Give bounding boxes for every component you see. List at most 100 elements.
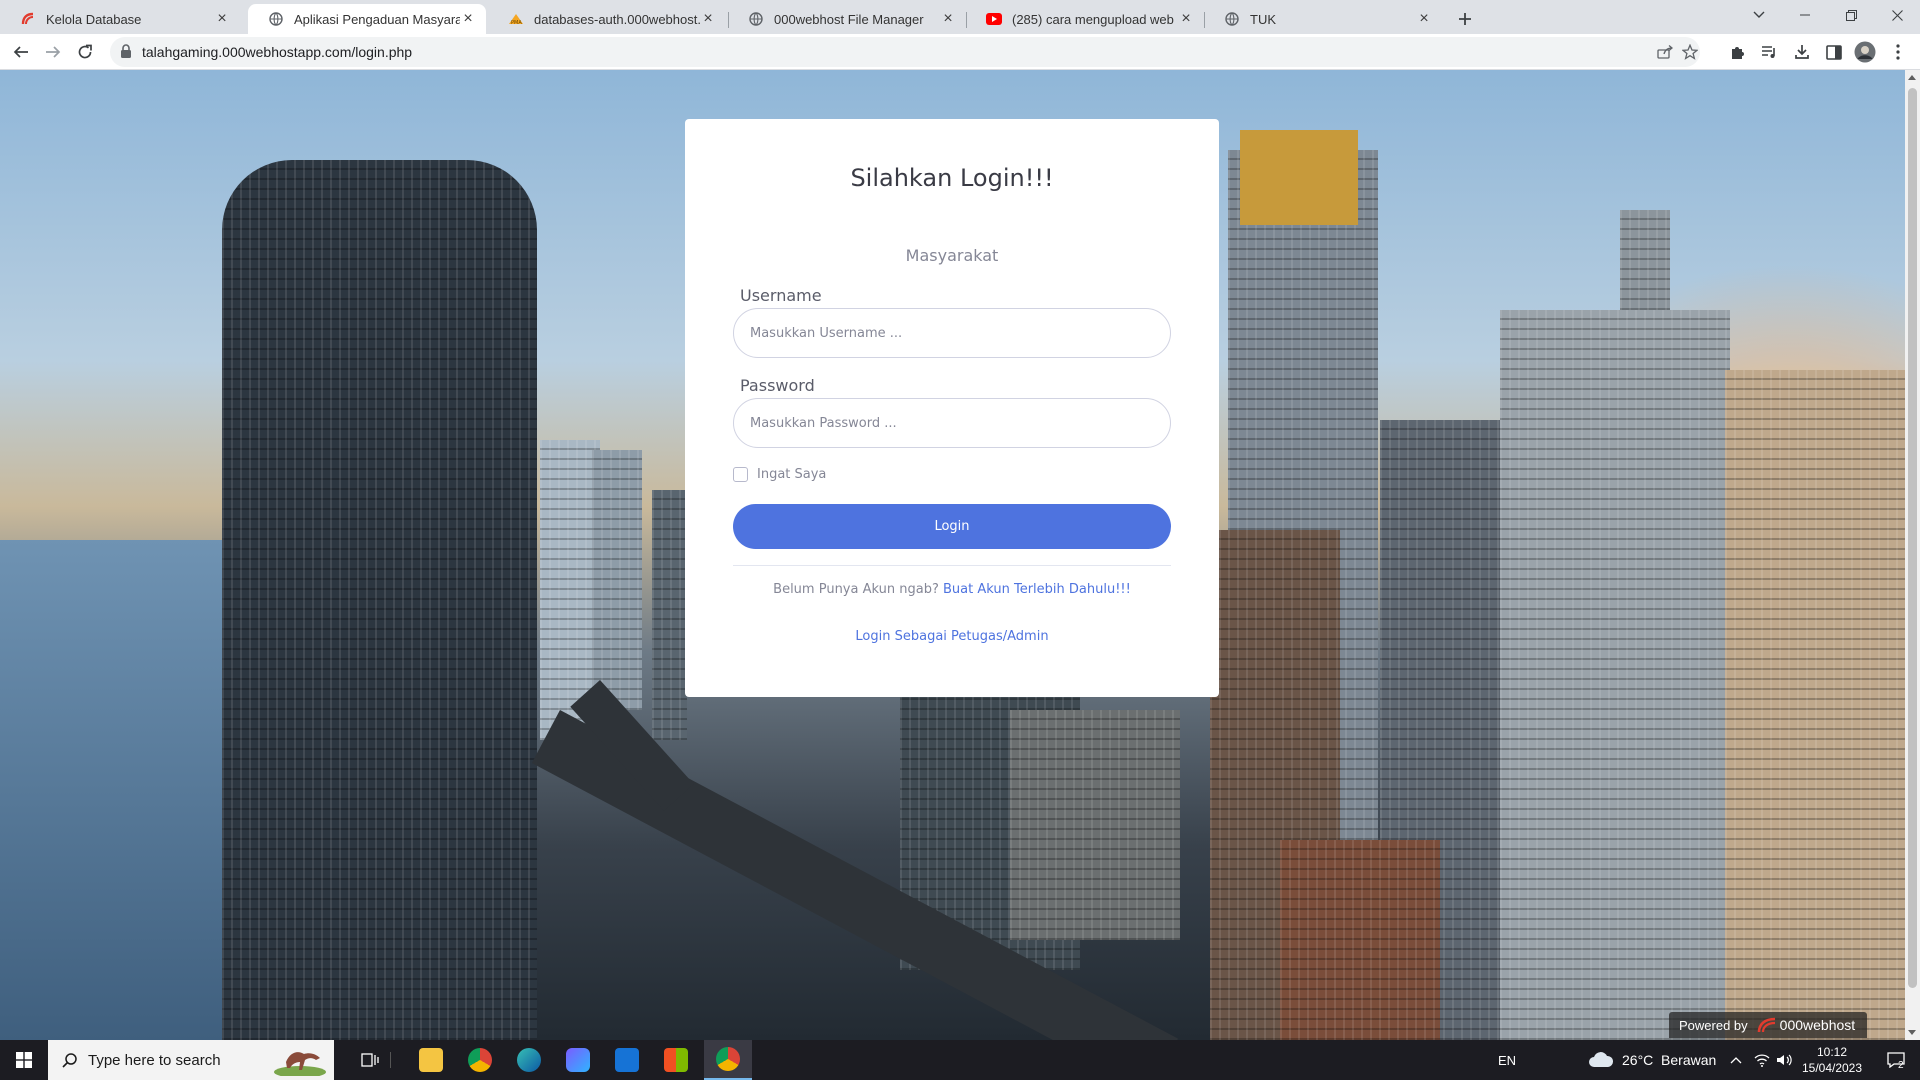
media-controls-button[interactable] xyxy=(1757,40,1781,64)
copilot-icon[interactable] xyxy=(566,1048,590,1072)
close-window-button[interactable] xyxy=(1874,0,1920,30)
register-link[interactable]: Buat Akun Terlebih Dahulu!!! xyxy=(943,582,1131,597)
password-label: Password xyxy=(740,376,815,395)
powered-by-text: Powered by xyxy=(1679,1017,1748,1033)
profile-button[interactable] xyxy=(1853,40,1877,64)
search-placeholder: Type here to search xyxy=(88,1051,221,1069)
chrome-icon[interactable] xyxy=(468,1048,492,1072)
river-water xyxy=(0,540,230,1040)
lock-icon[interactable] xyxy=(120,44,132,64)
speaker-icon xyxy=(1777,1054,1792,1066)
volume-button[interactable] xyxy=(1774,1040,1794,1080)
weather-widget[interactable]: 26°C Berawan xyxy=(1588,1040,1720,1080)
page-scrollbar[interactable] xyxy=(1905,70,1920,1040)
close-icon[interactable]: × xyxy=(460,10,476,27)
chevron-down-icon xyxy=(1753,11,1765,18)
url-text[interactable]: talahgaming.000webhostapp.com/login.php xyxy=(142,44,412,60)
tab-databases-auth[interactable]: PMA databases-auth.000webhost.com × xyxy=(488,4,726,34)
remember-label: Ingat Saya xyxy=(757,467,827,482)
chevron-up-icon xyxy=(1730,1057,1742,1064)
tab-search-button[interactable] xyxy=(1736,0,1782,30)
username-label: Username xyxy=(740,286,822,305)
username-input[interactable] xyxy=(733,308,1171,358)
mail-icon[interactable] xyxy=(615,1048,639,1072)
clock-date: 15/04/2023 xyxy=(1801,1061,1863,1075)
tab-youtube[interactable]: (285) cara mengupload web ke in × xyxy=(966,4,1204,34)
background-building xyxy=(222,160,537,1040)
menu-button[interactable] xyxy=(1886,40,1910,64)
edge-icon[interactable] xyxy=(517,1048,541,1072)
reload-button[interactable] xyxy=(73,40,97,64)
chrome-taskbar-active[interactable] xyxy=(704,1040,752,1080)
background-building xyxy=(1010,710,1180,940)
taskbar-separator xyxy=(390,1052,391,1068)
extensions-button[interactable] xyxy=(1726,40,1750,64)
powered-by-brand: 000webhost xyxy=(1779,1017,1856,1033)
browser-toolbar: talahgaming.000webhostapp.com/login.php xyxy=(0,34,1920,70)
admin-login: Login Sebagai Petugas/Admin xyxy=(685,629,1219,644)
clock[interactable]: 10:12 15/04/2023 xyxy=(1796,1040,1868,1080)
cloud-icon xyxy=(1589,1052,1614,1067)
remember-checkbox[interactable] xyxy=(733,467,748,482)
close-icon[interactable]: × xyxy=(1178,10,1194,27)
back-button[interactable] xyxy=(9,40,33,64)
background-building xyxy=(1620,210,1670,310)
task-view-button[interactable] xyxy=(346,1040,394,1080)
bookmark-star-icon[interactable] xyxy=(1680,42,1700,62)
minimize-button[interactable] xyxy=(1782,0,1828,30)
scroll-up-arrow[interactable] xyxy=(1908,75,1916,80)
powered-by-badge[interactable]: Powered by 000webhost xyxy=(1669,1012,1867,1038)
000webhost-icon xyxy=(1757,1017,1777,1036)
background-building xyxy=(652,490,687,740)
weather-text: 26°C Berawan xyxy=(1622,1052,1717,1068)
browser-tab-strip: Kelola Database × Aplikasi Pengaduan Mas… xyxy=(0,0,1920,34)
share-icon[interactable] xyxy=(1655,42,1675,62)
language-indicator[interactable]: EN xyxy=(1498,1040,1516,1080)
login-card: Silahkan Login!!! Masyarakat Username Pa… xyxy=(685,119,1219,697)
task-view-icon xyxy=(361,1053,379,1067)
start-button[interactable] xyxy=(0,1040,48,1080)
notifications-button[interactable]: 2 xyxy=(1876,1040,1916,1080)
close-icon[interactable]: × xyxy=(700,10,716,27)
search-icon xyxy=(62,1053,77,1068)
login-button[interactable]: Login xyxy=(733,504,1171,549)
password-input[interactable] xyxy=(733,398,1171,448)
playlist-icon xyxy=(1762,46,1775,58)
close-icon[interactable]: × xyxy=(940,10,956,27)
tab-kelola-database[interactable]: Kelola Database × xyxy=(0,4,240,34)
admin-login-link[interactable]: Login Sebagai Petugas/Admin xyxy=(855,629,1048,644)
network-button[interactable] xyxy=(1752,1040,1772,1080)
youtube-icon xyxy=(986,11,1002,27)
register-prompt: Belum Punya Akun ngab? Buat Akun Terlebi… xyxy=(685,582,1219,597)
taskbar-search[interactable]: Type here to search xyxy=(48,1040,334,1080)
tab-aplikasi-pengaduan[interactable]: Aplikasi Pengaduan Masyarakat × xyxy=(248,4,486,34)
background-building xyxy=(592,450,642,710)
plus-icon xyxy=(1459,13,1471,25)
wifi-icon xyxy=(1754,1054,1770,1067)
tab-tuk[interactable]: TUK × xyxy=(1204,4,1442,34)
minimize-icon xyxy=(1800,14,1810,16)
file-explorer-icon[interactable] xyxy=(419,1048,443,1072)
notification-badge: 2 xyxy=(1898,1060,1904,1071)
close-icon xyxy=(1891,9,1903,21)
store-icon[interactable] xyxy=(664,1048,688,1072)
clock-time: 10:12 xyxy=(1816,1045,1848,1059)
close-icon[interactable]: × xyxy=(214,10,230,27)
address-bar[interactable]: talahgaming.000webhostapp.com/login.php xyxy=(110,37,1700,67)
side-panel-button[interactable] xyxy=(1822,40,1846,64)
new-tab-button[interactable] xyxy=(1452,6,1478,32)
back-arrow-icon xyxy=(13,46,28,58)
downloads-button[interactable] xyxy=(1790,40,1814,64)
chrome-icon xyxy=(716,1047,740,1071)
search-highlight-icon xyxy=(272,1044,328,1078)
close-icon[interactable]: × xyxy=(1416,10,1432,27)
restore-button[interactable] xyxy=(1828,0,1874,30)
tab-file-manager[interactable]: 000webhost File Manager × xyxy=(728,4,966,34)
background-building xyxy=(1280,840,1440,1040)
show-hidden-icons-button[interactable] xyxy=(1728,1040,1744,1080)
scroll-down-arrow[interactable] xyxy=(1908,1030,1916,1035)
scrollbar-thumb[interactable] xyxy=(1908,88,1917,988)
svg-text:PMA: PMA xyxy=(511,20,522,26)
forward-button[interactable] xyxy=(41,40,65,64)
remember-me[interactable]: Ingat Saya xyxy=(733,467,826,482)
